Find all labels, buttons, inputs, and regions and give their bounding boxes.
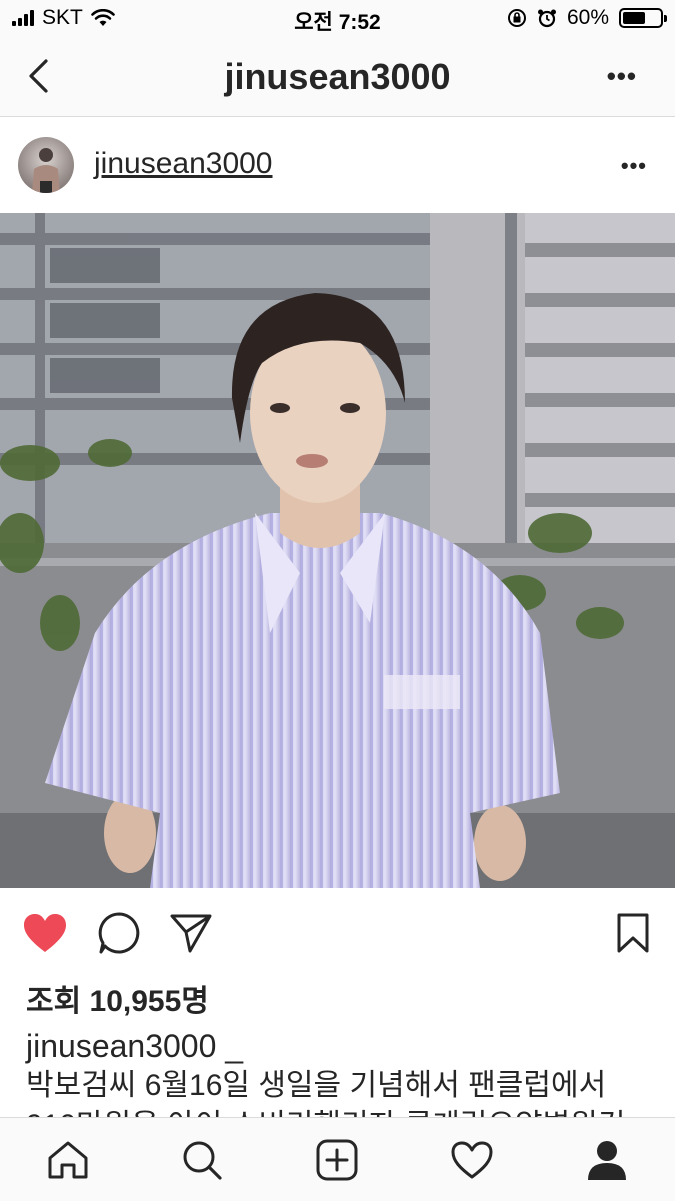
comment-button[interactable] <box>96 910 142 956</box>
nav-more-button[interactable]: ••• <box>607 63 637 89</box>
tab-activity[interactable] <box>450 1138 494 1182</box>
battery-icon <box>619 8 667 28</box>
tab-search[interactable] <box>180 1138 224 1182</box>
profile-icon <box>588 1141 626 1180</box>
more-icon: ••• <box>606 61 637 91</box>
post-video[interactable] <box>0 213 675 888</box>
post-header: jinusean3000 ••• <box>0 117 675 213</box>
avatar-image <box>32 148 60 193</box>
add-icon <box>316 1139 358 1181</box>
post-actions <box>0 888 675 976</box>
tab-bar <box>0 1117 675 1201</box>
post-more-button[interactable]: ••• <box>621 153 647 179</box>
more-icon: ••• <box>620 153 647 178</box>
post-username[interactable]: jinusean3000 <box>94 147 273 181</box>
search-icon <box>183 1141 222 1180</box>
activity-icon <box>451 1141 493 1179</box>
bookmark-button[interactable] <box>610 910 656 956</box>
avatar[interactable] <box>18 137 74 193</box>
orientation-lock-icon <box>507 9 526 27</box>
tab-add[interactable] <box>315 1138 359 1182</box>
battery-level <box>623 12 645 24</box>
tab-home[interactable] <box>46 1138 90 1182</box>
heart-icon <box>24 914 66 952</box>
comment-icon <box>98 912 140 954</box>
nav-bar: jinusean3000 ••• <box>0 38 675 117</box>
status-right: 60% <box>507 6 667 30</box>
like-button[interactable] <box>22 910 68 956</box>
share-button[interactable] <box>168 910 214 956</box>
battery-percent: 60% <box>566 6 609 29</box>
alarm-icon <box>537 9 556 28</box>
share-icon <box>170 914 212 953</box>
page-title: jinusean3000 <box>224 56 451 97</box>
tab-profile[interactable] <box>585 1138 629 1182</box>
view-count: 조회 10,955명 <box>26 985 209 1018</box>
caption-username[interactable]: jinusean3000 _ <box>26 1028 243 1065</box>
video-frame <box>0 213 675 888</box>
home-icon <box>48 1141 88 1179</box>
status-bar: SKT 오전 7:52 60% <box>0 0 675 38</box>
caption-line: 박보검씨 6월16일 생일을 기념해서 팬클럽에서 <box>26 1069 607 1102</box>
bookmark-icon <box>617 913 649 953</box>
